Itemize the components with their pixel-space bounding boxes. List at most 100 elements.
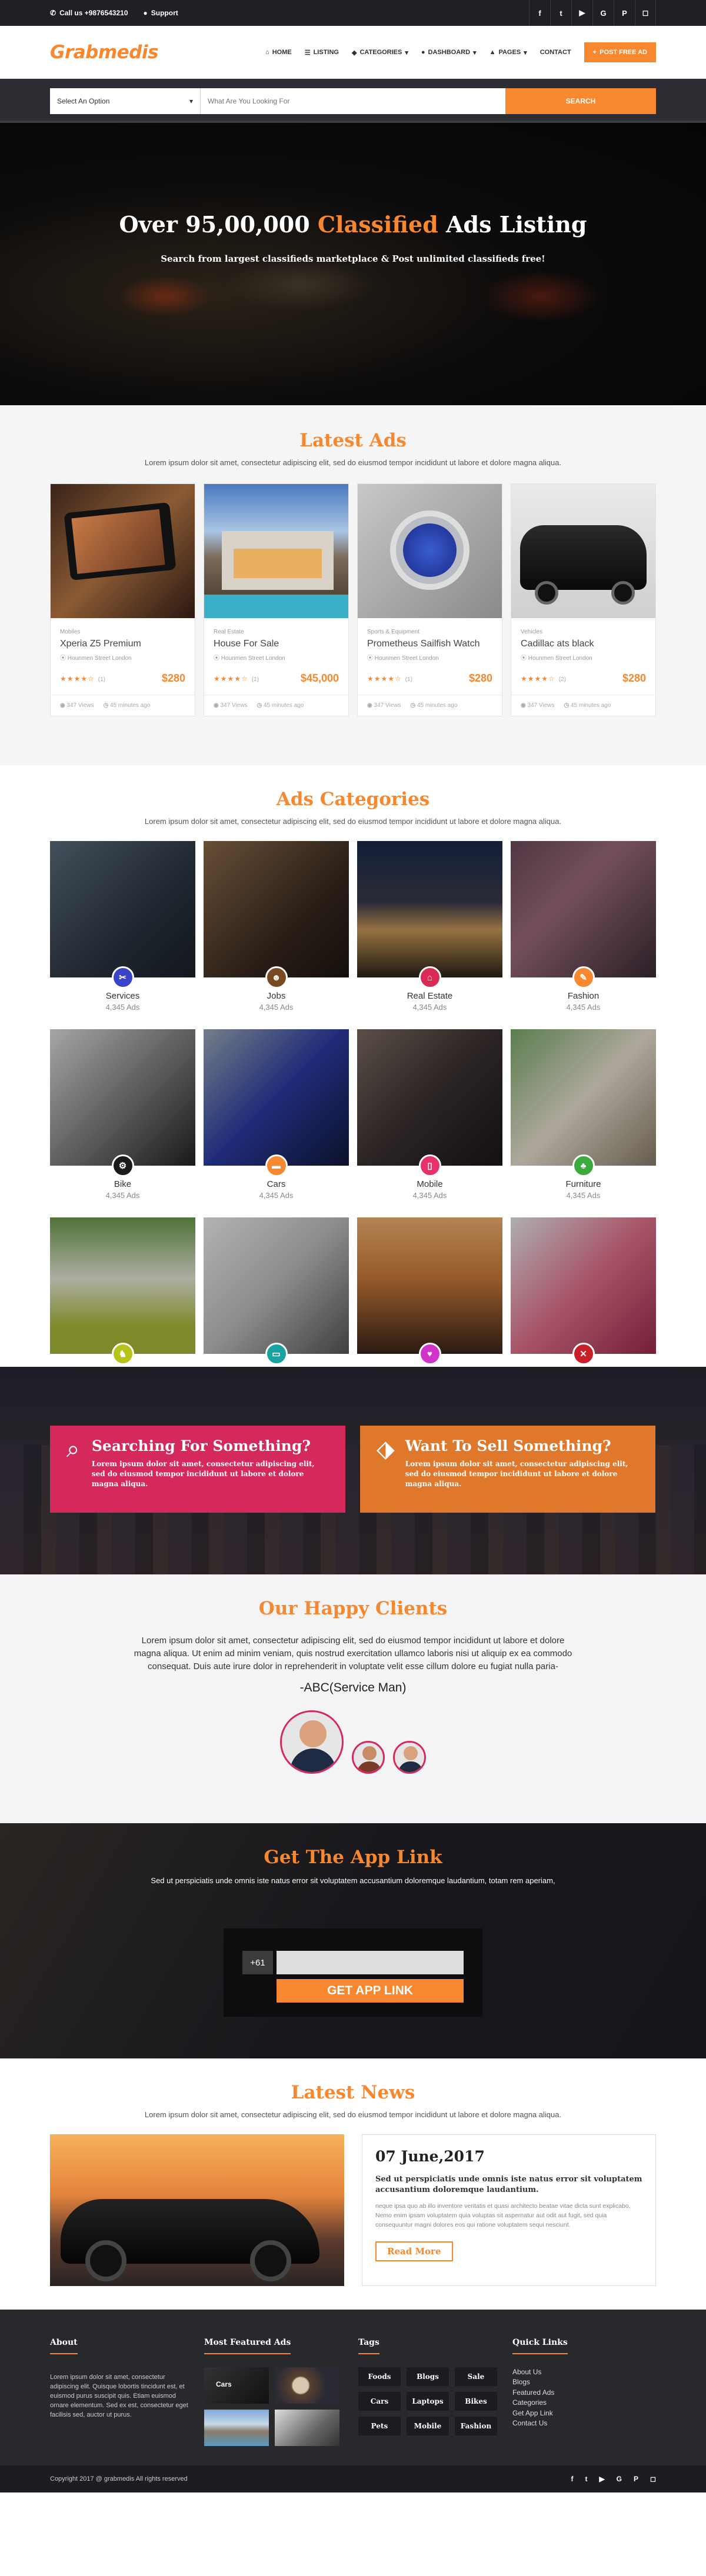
category-image[interactable]	[204, 1217, 349, 1354]
ad-image[interactable]	[204, 484, 348, 618]
category-image[interactable]	[511, 1217, 656, 1354]
quick-link[interactable]: Featured Ads	[512, 2388, 656, 2398]
tag-item[interactable]: Foods	[358, 2367, 401, 2386]
phone-input[interactable]	[277, 1951, 464, 1974]
quick-link[interactable]: Get App Link	[512, 2408, 656, 2418]
category-image[interactable]	[357, 1029, 502, 1166]
car-icon: ▬	[265, 1154, 288, 1177]
facebook-icon[interactable]: f	[571, 2475, 573, 2483]
tag-item[interactable]: Mobile	[407, 2417, 449, 2435]
search-input[interactable]	[201, 88, 505, 114]
category-item-restaurant[interactable]: ✕Restaurant4,345 Ads	[511, 1217, 656, 1388]
support-link[interactable]: ● Support	[144, 9, 178, 17]
avatar[interactable]	[352, 1741, 385, 1774]
tag-item[interactable]: Bikes	[455, 2392, 497, 2411]
quick-link[interactable]: Contact Us	[512, 2418, 656, 2428]
category-item-fashion[interactable]: ✎ Fashion 4,345 Ads	[511, 841, 656, 1012]
ad-title[interactable]: Prometheus Sailfish Watch	[367, 639, 492, 649]
facebook-icon[interactable]: f	[529, 0, 550, 26]
phone-contact[interactable]: ✆ Call us +9876543210	[50, 9, 128, 17]
news-headline[interactable]: Sed ut perspiciatis unde omnis iste natu…	[375, 2174, 642, 2195]
category-name[interactable]: Fashion	[511, 991, 656, 1001]
category-item-services[interactable]: ✂ Services 4,345 Ads	[50, 841, 195, 1012]
category-name[interactable]: Mobile	[357, 1179, 502, 1189]
featured-ad-thumb[interactable]	[204, 2410, 269, 2446]
category-image[interactable]	[50, 1029, 195, 1166]
ad-card[interactable]: Mobiles Xperia Z5 Premium ⦿ Hounmen Stre…	[50, 483, 195, 716]
ad-title[interactable]: House For Sale	[214, 639, 339, 649]
category-name[interactable]: Bike	[50, 1179, 195, 1189]
category-item-mobile[interactable]: ▯ Mobile 4,345 Ads	[357, 1029, 502, 1200]
category-name[interactable]: Jobs	[204, 991, 349, 1001]
category-item-furniture[interactable]: ♣ Furniture 4,345 Ads	[511, 1029, 656, 1200]
pinterest-icon[interactable]: P	[634, 2475, 638, 2483]
ad-image[interactable]	[511, 484, 655, 618]
category-item-matrimony[interactable]: ♥Matrimony4,345 Ads	[357, 1217, 502, 1388]
search-button[interactable]: SEARCH	[505, 88, 656, 114]
quick-link[interactable]: Categories	[512, 2398, 656, 2408]
category-item-cars[interactable]: ▬ Cars 4,345 Ads	[204, 1029, 349, 1200]
twitter-icon[interactable]: t	[585, 2475, 587, 2483]
featured-ad-thumb[interactable]	[275, 2410, 339, 2446]
category-name[interactable]: Furniture	[511, 1179, 656, 1189]
google-plus-icon[interactable]: G	[617, 2475, 622, 2483]
nav-pages[interactable]: ▲ PAGES ▾	[489, 49, 527, 56]
tag-item[interactable]: Fashion	[455, 2417, 497, 2435]
site-logo[interactable]: Grabmedis	[50, 42, 158, 63]
pinterest-icon[interactable]: P	[614, 0, 635, 26]
tag-item[interactable]: Laptops	[407, 2392, 449, 2411]
get-app-link-button[interactable]: GET APP LINK	[277, 1979, 464, 2003]
twitter-icon[interactable]: t	[550, 0, 571, 26]
category-image[interactable]	[204, 1029, 349, 1166]
category-image[interactable]	[50, 841, 195, 977]
featured-ad-thumb[interactable]	[275, 2367, 339, 2404]
ad-card[interactable]: Real Estate House For Sale ⦿ Hounmen Str…	[204, 483, 349, 716]
quick-link[interactable]: Blogs	[512, 2377, 656, 2387]
youtube-icon[interactable]: ▶	[599, 2475, 604, 2483]
ad-card[interactable]: Vehicles Cadillac ats black ⦿ Hounmen St…	[511, 483, 656, 716]
nav-contact[interactable]: CONTACT	[540, 49, 571, 56]
country-code[interactable]: +61	[242, 1951, 273, 1974]
nav-categories[interactable]: ◆ CATEGORIES ▾	[352, 49, 408, 56]
category-item-electronics[interactable]: ▭Electronics4,345 Ads	[204, 1217, 349, 1388]
featured-ad-thumb[interactable]: Cars	[204, 2367, 269, 2404]
tag-item[interactable]: Sale	[455, 2367, 497, 2386]
google-plus-icon[interactable]: G	[592, 0, 614, 26]
instagram-icon[interactable]: ◻	[635, 0, 656, 26]
news-image[interactable]	[50, 2134, 344, 2286]
category-image[interactable]	[511, 841, 656, 977]
instagram-icon[interactable]: ◻	[650, 2475, 656, 2483]
tag-item[interactable]: Blogs	[407, 2367, 449, 2386]
read-more-button[interactable]: Read More	[375, 2241, 453, 2262]
tag-item[interactable]: Pets	[358, 2417, 401, 2435]
category-image[interactable]	[511, 1029, 656, 1166]
search-cta-box[interactable]: ⌕ Searching For Something? Lorem ipsum do…	[50, 1426, 345, 1513]
nav-listing[interactable]: ☰ LISTING	[305, 49, 339, 56]
category-name[interactable]: Cars	[204, 1179, 349, 1189]
category-item-real-estate[interactable]: ⌂ Real Estate 4,345 Ads	[357, 841, 502, 1012]
category-image[interactable]	[357, 841, 502, 977]
avatar[interactable]	[393, 1741, 426, 1774]
category-item-bike[interactable]: ⚙ Bike 4,345 Ads	[50, 1029, 195, 1200]
sell-cta-box[interactable]: ⬗ Want To Sell Something? Lorem ipsum dol…	[360, 1426, 655, 1513]
avatar[interactable]	[280, 1710, 344, 1774]
nav-home[interactable]: ⌂ HOME	[265, 49, 292, 56]
category-select[interactable]: Select An Option ▾	[50, 88, 201, 114]
category-name[interactable]: Services	[50, 991, 195, 1001]
category-item-jobs[interactable]: ☻ Jobs 4,345 Ads	[204, 841, 349, 1012]
tag-item[interactable]: Cars	[358, 2392, 401, 2411]
category-image[interactable]	[204, 841, 349, 977]
category-image[interactable]	[357, 1217, 502, 1354]
category-image[interactable]	[50, 1217, 195, 1354]
nav-dashboard[interactable]: ● DASHBOARD ▾	[421, 49, 477, 56]
category-item-pets[interactable]: ♞Pets4,345 Ads	[50, 1217, 195, 1388]
youtube-icon[interactable]: ▶	[571, 0, 592, 26]
ad-image[interactable]	[51, 484, 195, 618]
ad-image[interactable]	[358, 484, 502, 618]
post-free-ad-button[interactable]: + POST FREE AD	[584, 42, 656, 62]
category-name[interactable]: Real Estate	[357, 991, 502, 1001]
ad-title[interactable]: Xperia Z5 Premium	[60, 639, 185, 649]
quick-link[interactable]: About Us	[512, 2367, 656, 2377]
ad-title[interactable]: Cadillac ats black	[521, 639, 646, 649]
ad-card[interactable]: Sports & Equipment Prometheus Sailfish W…	[357, 483, 502, 716]
